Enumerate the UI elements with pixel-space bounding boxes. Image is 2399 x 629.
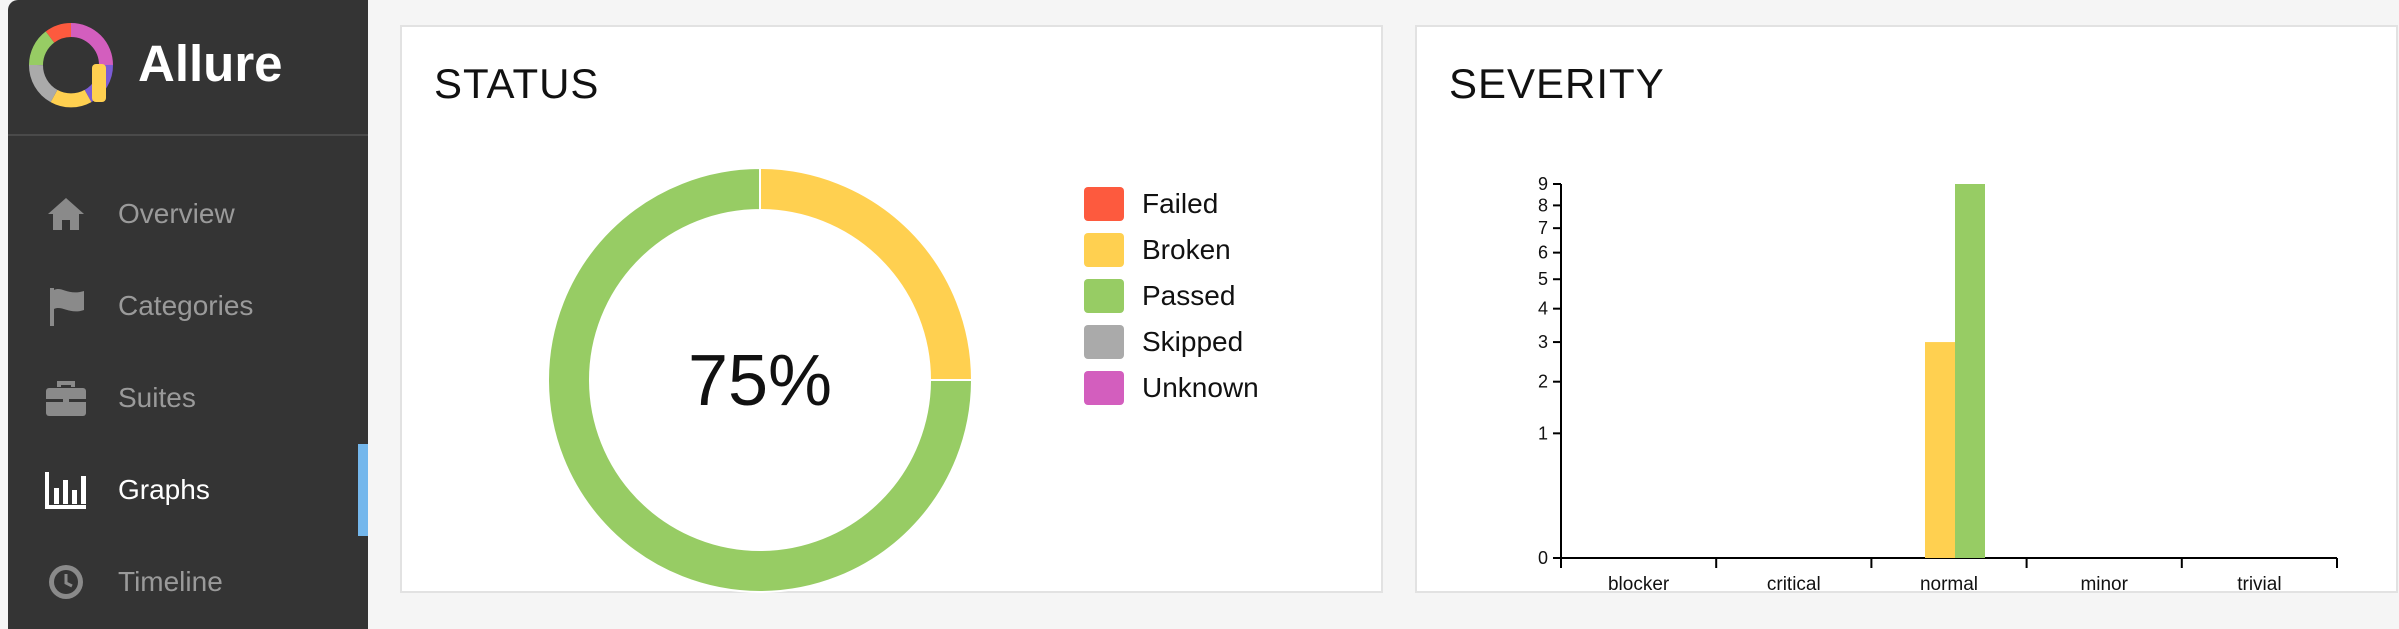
x-tick-label: normal	[1920, 574, 1978, 595]
bar-chart-icon	[45, 472, 86, 509]
legend-swatch	[1084, 325, 1124, 359]
sidebar-item-label: Overview	[118, 198, 235, 229]
legend-swatch	[1084, 371, 1124, 405]
y-tick-label: 6	[1538, 243, 1548, 263]
sidebar-item-categories[interactable]: Categories	[8, 260, 368, 352]
x-tick-label: critical	[1767, 574, 1821, 595]
briefcase-icon	[46, 381, 86, 416]
sidebar-item-graphs[interactable]: Graphs	[8, 444, 368, 536]
legend-label: Broken	[1142, 234, 1231, 265]
y-tick-label: 9	[1538, 174, 1548, 194]
status-donut-chart: 75%	[547, 166, 974, 593]
allure-logo-icon	[29, 23, 113, 108]
bar-broken-normal[interactable]	[1925, 342, 1955, 558]
legend-swatch	[1084, 233, 1124, 267]
y-tick-label: 8	[1538, 195, 1548, 215]
x-tick-label: blocker	[1608, 574, 1670, 595]
sidebar-item-label: Categories	[118, 290, 254, 321]
sidebar-item-suites[interactable]: Suites	[8, 352, 368, 444]
y-tick-label: 1	[1538, 423, 1548, 443]
clock-icon	[49, 565, 83, 599]
y-tick-label: 0	[1538, 548, 1548, 568]
severity-title: SEVERITY	[1449, 60, 1665, 107]
legend-label: Failed	[1142, 188, 1219, 219]
severity-panel: SEVERITY 0 1 2 3 4 5 6 7 8 9 blocker critical normal…	[1415, 25, 2398, 595]
bar-passed-normal[interactable]	[1955, 184, 1985, 558]
sidebar-item-timeline[interactable]: Timeline	[8, 536, 368, 628]
y-tick-label: 3	[1538, 332, 1548, 352]
home-icon	[48, 198, 84, 230]
y-tick-label: 7	[1538, 218, 1548, 238]
status-panel: STATUS 75% Failed Broken Passed Skipped …	[400, 25, 1383, 593]
active-indicator	[358, 444, 368, 536]
legend-label: Passed	[1142, 280, 1236, 311]
sidebar-item-overview[interactable]: Overview	[8, 168, 368, 260]
legend-swatch	[1084, 187, 1124, 221]
y-tick-label: 2	[1538, 372, 1548, 392]
legend-swatch	[1084, 279, 1124, 313]
severity-bar-chart: 0 1 2 3 4 5 6 7 89 blocker critical normal minor triv…	[1538, 174, 2338, 595]
sidebar-item-label: Timeline	[118, 566, 223, 597]
sidebar-item-label: Suites	[118, 382, 196, 413]
status-legend: Failed Broken Passed Skipped Unknown	[1084, 185, 1324, 415]
sidebar: Allure Overview Categories Suites Graphs…	[8, 0, 368, 629]
legend-label: Unknown	[1142, 372, 1259, 403]
x-tick-label: minor	[2080, 574, 2128, 595]
brand-header: Allure	[8, 0, 368, 136]
status-percentage: 75%	[688, 341, 832, 421]
legend-label: Skipped	[1142, 326, 1244, 357]
sidebar-item-label: Graphs	[118, 474, 210, 505]
brand-name: Allure	[138, 35, 283, 92]
x-tick-label: trivial	[2237, 574, 2281, 595]
y-tick-label: 4	[1538, 299, 1548, 319]
status-title: STATUS	[434, 60, 600, 107]
flag-icon	[50, 288, 84, 326]
y-tick-label: 5	[1538, 269, 1548, 289]
